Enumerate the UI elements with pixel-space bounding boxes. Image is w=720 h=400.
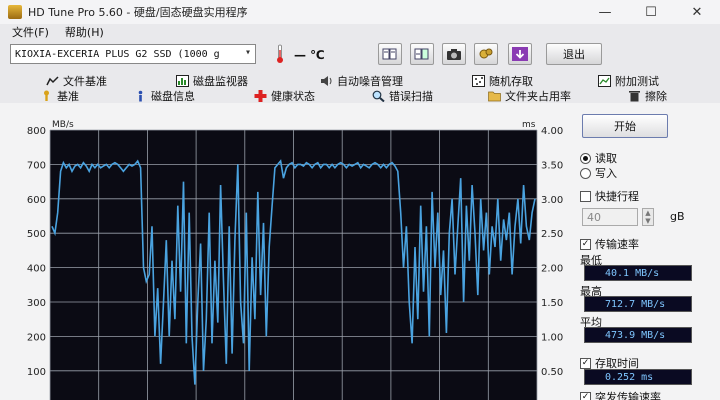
disk-info-icon	[138, 90, 143, 101]
tab-disk-monitor[interactable]: 磁盘监视器	[176, 73, 248, 88]
chevron-down-icon: ▾	[244, 47, 251, 58]
left-tick-label: 800	[27, 126, 46, 137]
tabs-row-bottom: 基准 磁盘信息 健康状态 错误扫描 文件夹占用率 擦除	[0, 88, 720, 103]
tab-error-scan[interactable]: 错误扫描	[372, 88, 433, 103]
thermometer-icon	[277, 44, 283, 63]
temperature-readout: — ℃	[294, 48, 325, 62]
left-tick-label: 200	[27, 332, 46, 343]
right-tick-label: 3.00	[541, 195, 563, 206]
left-tick-label: 600	[27, 195, 46, 206]
right-tick-label: 2.50	[541, 229, 563, 240]
tab-folder-usage[interactable]: 文件夹占用率	[488, 88, 571, 103]
tab-extra-tests[interactable]: 附加测试	[598, 73, 659, 88]
title-bar: HD Tune Pro 5.60 - 硬盘/固态硬盘实用程序 — ☐ ✕	[0, 0, 720, 24]
access-time-checkbox[interactable]: ✓	[580, 357, 591, 369]
right-tick-label: 3.50	[541, 160, 563, 171]
tab-file-benchmark[interactable]: 文件基准	[46, 73, 107, 88]
disk-monitor-icon	[176, 74, 189, 87]
short-stroke-checkbox[interactable]	[580, 190, 591, 202]
benchmark-chart-svg: 800 700 600 500 400 300 200 100 4.00 3.50 3.00 2.5…	[27, 120, 563, 400]
short-stroke-spinner[interactable]: ▲ ▼	[642, 208, 654, 226]
copy-all-icon	[414, 48, 429, 60]
close-button[interactable]: ✕	[674, 0, 720, 24]
transfer-rate-option[interactable]: ✓ 传输速率	[580, 236, 639, 252]
tab-health[interactable]: 健康状态	[254, 88, 315, 103]
health-cross-icon	[254, 89, 267, 102]
wrench-icon	[479, 48, 493, 59]
extra-tests-icon	[598, 74, 611, 87]
access-time-value: 0.252 ms	[584, 369, 692, 385]
app-icon	[8, 5, 22, 19]
download-button[interactable]	[508, 43, 532, 65]
magnifier-icon	[372, 90, 385, 102]
benchmark-icon	[44, 90, 49, 101]
left-tick-label: 300	[27, 298, 46, 309]
left-tick-label: 700	[27, 160, 46, 171]
read-radio[interactable]	[580, 152, 591, 164]
options-button[interactable]	[474, 43, 498, 65]
short-stroke-option[interactable]: 快捷行程	[580, 188, 639, 204]
write-radio[interactable]	[580, 167, 591, 179]
menu-help[interactable]: 帮助(H)	[65, 24, 104, 40]
min-value: 40.1 MB/s	[584, 265, 692, 281]
drive-select-value: KIOXIA-EXCERIA PLUS G2 SSD (1000 g	[15, 48, 220, 60]
write-option[interactable]: 写入	[580, 165, 617, 181]
right-tick-label: 0.50	[541, 367, 563, 378]
avg-value: 473.9 MB/s	[584, 327, 692, 343]
menu-bar: 文件(F) 帮助(H)	[0, 24, 720, 40]
toolbar: KIOXIA-EXCERIA PLUS G2 SSD (1000 g ▾ — ℃…	[0, 40, 720, 70]
right-tick-label: 4.00	[541, 126, 563, 137]
drive-select[interactable]: KIOXIA-EXCERIA PLUS G2 SSD (1000 g ▾	[10, 44, 256, 64]
copy-all-button[interactable]	[410, 43, 434, 65]
left-tick-label: 400	[27, 264, 46, 275]
tab-erase[interactable]: 擦除	[628, 88, 667, 103]
menu-file[interactable]: 文件(F)	[12, 24, 49, 40]
left-axis-ticks: 800 700 600 500 400 300 200 100	[27, 126, 46, 378]
max-value: 712.7 MB/s	[584, 296, 692, 312]
exit-button[interactable]: 退出	[546, 43, 602, 65]
tab-benchmark[interactable]: 基准	[40, 88, 79, 103]
burst-rate-checkbox[interactable]: ✓	[580, 391, 591, 400]
short-stroke-unit: gB	[670, 210, 685, 223]
camera-icon	[447, 49, 461, 60]
window-title: HD Tune Pro 5.60 - 硬盘/固态硬盘实用程序	[28, 6, 248, 19]
trash-icon	[629, 90, 640, 101]
speaker-icon	[321, 75, 332, 86]
tab-disk-info[interactable]: 磁盘信息	[134, 88, 195, 103]
right-tick-label: 1.00	[541, 332, 563, 343]
left-tick-label: 500	[27, 229, 46, 240]
short-stroke-input[interactable]: 40	[582, 208, 638, 226]
copy-icon	[382, 48, 397, 60]
right-axis-ticks: 4.00 3.50 3.00 2.50 2.00 1.50 1.00 0.50	[541, 126, 563, 378]
right-tick-label: 2.00	[541, 264, 563, 275]
left-tick-label: 100	[27, 367, 46, 378]
screenshot-button[interactable]	[442, 43, 466, 65]
transfer-rate-checkbox[interactable]: ✓	[580, 238, 591, 250]
file-benchmark-icon	[46, 75, 59, 85]
control-sidebar: 开始 读取 写入 快捷行程 40 ▲ ▼ gB ✓ 传输速率 最低 40.1 MB…	[578, 110, 720, 400]
start-button[interactable]: 开始	[582, 114, 668, 138]
benchmark-chart: 800 700 600 500 400 300 200 100 4.00 3.50 3.00 2.5…	[0, 118, 575, 400]
random-access-icon	[472, 74, 485, 87]
download-arrow-icon	[512, 47, 528, 61]
maximize-button[interactable]: ☐	[628, 0, 674, 24]
minimize-button[interactable]: —	[582, 0, 628, 24]
tabs-row-top: 文件基准 磁盘监视器 自动噪音管理 随机存取 附加测试	[0, 73, 720, 88]
burst-rate-option[interactable]: ✓ 突发传输速率	[580, 389, 661, 400]
folder-icon	[488, 91, 501, 101]
left-axis-unit: MB/s	[52, 120, 74, 130]
tab-noise-management[interactable]: 自动噪音管理	[320, 73, 403, 88]
read-option[interactable]: 读取	[580, 150, 617, 166]
copy-info-button[interactable]	[378, 43, 402, 65]
right-axis-unit: ms	[522, 120, 536, 130]
right-tick-label: 1.50	[541, 298, 563, 309]
tab-random-access[interactable]: 随机存取	[472, 73, 533, 88]
